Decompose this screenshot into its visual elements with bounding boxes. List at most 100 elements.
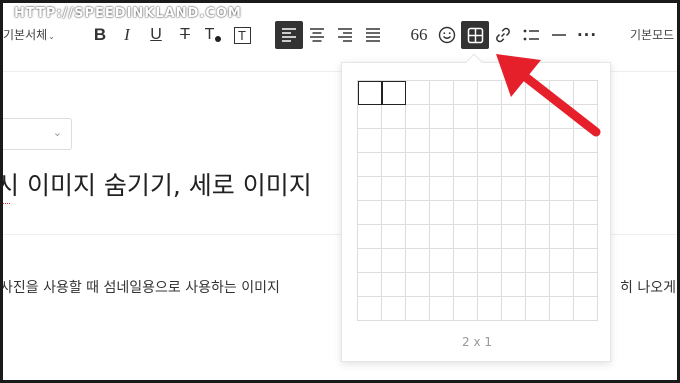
table-grid-cell[interactable] bbox=[478, 177, 502, 201]
strikethrough-button[interactable]: T bbox=[171, 21, 199, 49]
table-grid-cell[interactable] bbox=[382, 153, 406, 177]
table-grid-cell[interactable] bbox=[574, 225, 598, 249]
table-grid-cell[interactable] bbox=[574, 273, 598, 297]
table-grid-cell[interactable] bbox=[574, 105, 598, 129]
table-grid-cell[interactable] bbox=[430, 81, 454, 105]
post-body-text-continued[interactable]: 히 나오게 bbox=[620, 277, 676, 297]
table-grid-cell[interactable] bbox=[550, 81, 574, 105]
align-justify-button[interactable] bbox=[359, 21, 387, 49]
table-grid-cell[interactable] bbox=[478, 225, 502, 249]
table-grid-cell[interactable] bbox=[478, 273, 502, 297]
table-grid-cell[interactable] bbox=[478, 105, 502, 129]
table-grid-cell[interactable] bbox=[406, 177, 430, 201]
table-grid-cell[interactable] bbox=[526, 249, 550, 273]
table-grid-cell[interactable] bbox=[406, 201, 430, 225]
table-grid-cell[interactable] bbox=[526, 297, 550, 321]
table-grid-cell[interactable] bbox=[502, 177, 526, 201]
table-grid-cell[interactable] bbox=[526, 201, 550, 225]
link-button[interactable] bbox=[489, 21, 517, 49]
table-grid-cell[interactable] bbox=[478, 81, 502, 105]
table-grid-cell[interactable] bbox=[550, 153, 574, 177]
table-grid-cell[interactable] bbox=[502, 105, 526, 129]
table-grid-cell[interactable] bbox=[550, 129, 574, 153]
table-grid-cell[interactable] bbox=[358, 153, 382, 177]
underline-button[interactable]: U bbox=[142, 21, 170, 49]
table-grid-cell[interactable] bbox=[430, 225, 454, 249]
table-grid-cell[interactable] bbox=[526, 105, 550, 129]
table-grid-cell[interactable] bbox=[574, 201, 598, 225]
table-grid-cell[interactable] bbox=[526, 153, 550, 177]
table-grid-cell[interactable] bbox=[406, 105, 430, 129]
table-grid-cell[interactable] bbox=[430, 249, 454, 273]
table-grid-cell[interactable] bbox=[550, 177, 574, 201]
table-grid-cell[interactable] bbox=[526, 81, 550, 105]
table-grid-cell[interactable] bbox=[502, 201, 526, 225]
background-color-button[interactable]: T bbox=[228, 21, 256, 49]
table-grid-cell[interactable] bbox=[430, 297, 454, 321]
table-grid-cell[interactable] bbox=[502, 297, 526, 321]
table-grid-cell[interactable] bbox=[406, 273, 430, 297]
table-size-grid[interactable] bbox=[357, 80, 598, 321]
table-grid-cell[interactable] bbox=[454, 129, 478, 153]
table-grid-cell[interactable] bbox=[550, 297, 574, 321]
list-button[interactable] bbox=[517, 21, 545, 49]
table-grid-cell[interactable] bbox=[574, 249, 598, 273]
table-grid-cell[interactable] bbox=[526, 273, 550, 297]
table-grid-cell[interactable] bbox=[358, 297, 382, 321]
table-grid-cell[interactable] bbox=[454, 297, 478, 321]
table-grid-cell[interactable] bbox=[454, 81, 478, 105]
table-grid-cell[interactable] bbox=[502, 153, 526, 177]
table-grid-cell[interactable] bbox=[406, 249, 430, 273]
table-grid-cell[interactable] bbox=[430, 273, 454, 297]
table-grid-cell[interactable] bbox=[574, 129, 598, 153]
table-grid-cell[interactable] bbox=[382, 177, 406, 201]
table-grid-cell[interactable] bbox=[430, 105, 454, 129]
table-grid-cell[interactable] bbox=[382, 225, 406, 249]
table-grid-cell[interactable] bbox=[358, 201, 382, 225]
table-grid-cell[interactable] bbox=[382, 201, 406, 225]
quote-button[interactable]: 66 bbox=[405, 21, 433, 49]
font-select[interactable]: 기본서체⌄ bbox=[3, 26, 55, 43]
table-grid-cell[interactable] bbox=[550, 201, 574, 225]
table-grid-cell[interactable] bbox=[502, 81, 526, 105]
table-grid-cell[interactable] bbox=[502, 249, 526, 273]
table-grid-cell[interactable] bbox=[430, 129, 454, 153]
post-body-text[interactable]: 사진을 사용할 때 섬네일용으로 사용하는 이미지 bbox=[0, 277, 280, 297]
table-grid-cell[interactable] bbox=[478, 129, 502, 153]
table-grid-cell-selected[interactable] bbox=[358, 81, 382, 105]
emoticon-button[interactable] bbox=[433, 21, 461, 49]
table-grid-cell[interactable] bbox=[454, 105, 478, 129]
table-grid-cell[interactable] bbox=[454, 249, 478, 273]
table-grid-cell[interactable] bbox=[382, 105, 406, 129]
italic-button[interactable]: I bbox=[113, 21, 141, 49]
table-grid-cell[interactable] bbox=[550, 249, 574, 273]
table-grid-cell[interactable] bbox=[358, 105, 382, 129]
post-title[interactable]: 시 이미지 숨기기, 세로 이미지 bbox=[0, 166, 312, 202]
table-grid-cell-selected[interactable] bbox=[382, 81, 406, 105]
table-grid-cell[interactable] bbox=[550, 225, 574, 249]
table-grid-cell[interactable] bbox=[406, 297, 430, 321]
table-grid-cell[interactable] bbox=[382, 129, 406, 153]
table-grid-cell[interactable] bbox=[502, 129, 526, 153]
table-grid-cell[interactable] bbox=[358, 249, 382, 273]
table-grid-cell[interactable] bbox=[430, 201, 454, 225]
table-grid-cell[interactable] bbox=[358, 273, 382, 297]
table-grid-cell[interactable] bbox=[502, 273, 526, 297]
table-grid-cell[interactable] bbox=[574, 81, 598, 105]
category-select[interactable]: ⌄ bbox=[0, 118, 72, 150]
table-grid-cell[interactable] bbox=[454, 153, 478, 177]
bold-button[interactable]: B bbox=[86, 21, 114, 49]
table-grid-cell[interactable] bbox=[502, 225, 526, 249]
table-grid-cell[interactable] bbox=[454, 273, 478, 297]
more-button[interactable]: ··· bbox=[573, 21, 601, 49]
table-grid-cell[interactable] bbox=[382, 273, 406, 297]
table-button[interactable] bbox=[461, 21, 489, 49]
table-grid-cell[interactable] bbox=[358, 129, 382, 153]
table-grid-cell[interactable] bbox=[430, 177, 454, 201]
table-grid-cell[interactable] bbox=[574, 297, 598, 321]
table-grid-cell[interactable] bbox=[478, 153, 502, 177]
text-color-button[interactable]: T bbox=[199, 21, 227, 49]
align-right-button[interactable] bbox=[331, 21, 359, 49]
table-grid-cell[interactable] bbox=[526, 177, 550, 201]
table-grid-cell[interactable] bbox=[454, 177, 478, 201]
